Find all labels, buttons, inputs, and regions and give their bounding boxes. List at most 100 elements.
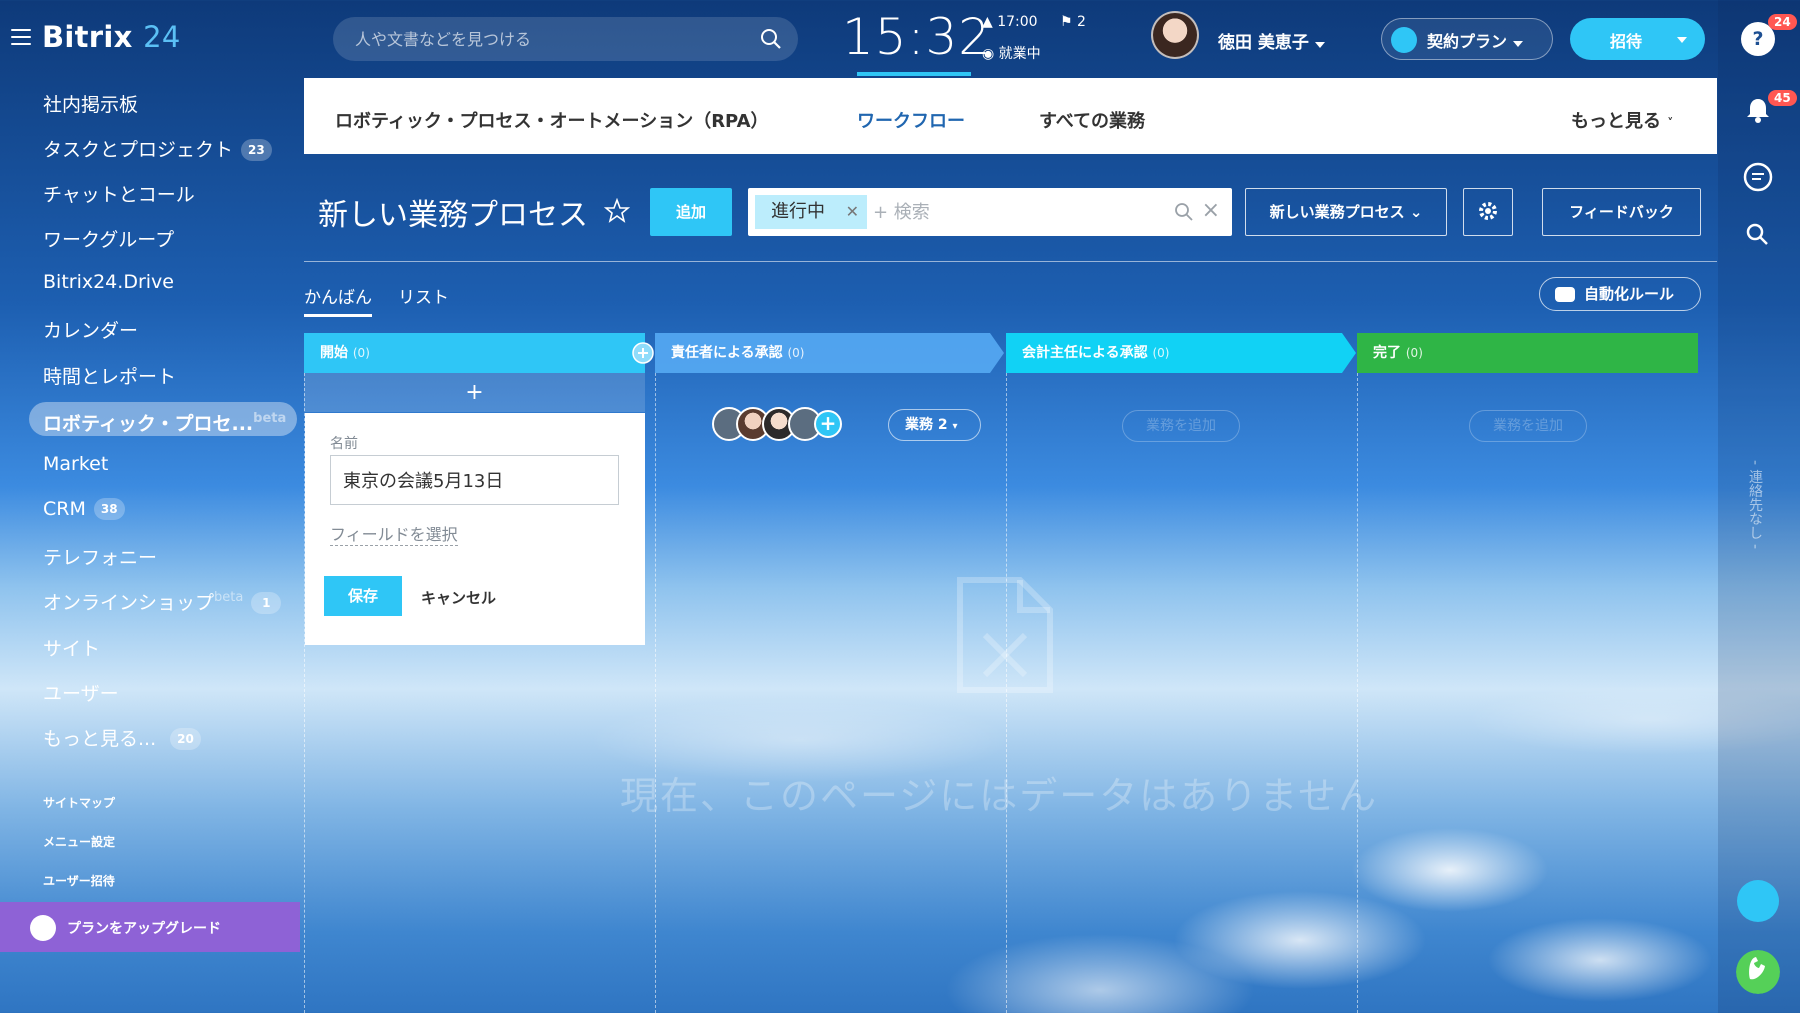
name-label: 名前 <box>330 436 358 452</box>
view-tab-list[interactable]: リスト <box>398 283 449 308</box>
tab-more[interactable]: もっと見る ˅ <box>1571 107 1673 133</box>
sidebar-item[interactable]: オンラインショップbeta 1 <box>43 588 282 615</box>
clear-icon[interactable]: × <box>1202 198 1220 223</box>
sidebar-item[interactable]: サイト <box>43 634 100 661</box>
sidebar-item-label: カレンダー <box>43 320 139 342</box>
settings-button[interactable] <box>1463 188 1513 236</box>
chevron-down-icon: ▾ <box>952 421 958 432</box>
search-icon[interactable] <box>760 28 782 50</box>
filter-bar[interactable]: 進行中 ✕ × <box>748 188 1232 236</box>
column-header-accountant-approval[interactable]: 会計主任による承認 (0) <box>1006 333 1346 373</box>
upgrade-label: プランをアップグレード <box>67 921 221 937</box>
sidebar-item-label: もっと見る... <box>43 728 163 750</box>
work-status-label: 就業中 <box>998 46 1041 62</box>
tab-workflow[interactable]: ワークフロー <box>857 107 965 133</box>
chevron-down-icon[interactable] <box>1677 37 1687 43</box>
main-tabs-bar: ロボティック・プロセス・オートメーション（RPA） ワークフロー すべての業務 … <box>304 78 1717 154</box>
add-column-icon[interactable] <box>632 342 654 364</box>
process-select[interactable]: 新しい業務プロセス ⌄ <box>1245 188 1447 236</box>
filter-search-input[interactable] <box>873 198 1153 226</box>
record-icon: ◉ <box>982 46 995 62</box>
help-badge: 24 <box>1768 14 1797 30</box>
close-icon[interactable]: ✕ <box>846 195 859 229</box>
alarm[interactable]: ▲ 17:00 <box>982 14 1038 30</box>
tab-rpa[interactable]: ロボティック・プロセス・オートメーション（RPA） <box>335 107 769 133</box>
select-fields-link[interactable]: フィールドを選択 <box>330 521 458 546</box>
flag[interactable]: ⚑ 2 <box>1060 14 1086 30</box>
sidebar-item[interactable]: タスクとプロジェクト 23 <box>43 135 272 162</box>
sidebar-item-label: 時間とレポート <box>43 366 177 388</box>
logo-text: Bitrix <box>42 20 133 54</box>
add-button[interactable]: 追加 <box>650 188 732 236</box>
search-input[interactable] <box>355 26 745 52</box>
sidebar-item[interactable]: もっと見る... 20 <box>43 724 201 751</box>
add-task-button[interactable]: 業務を追加 <box>1469 410 1587 442</box>
sidebar-item[interactable]: Market <box>43 453 108 475</box>
alarm-time: 17:00 <box>997 14 1038 30</box>
column-count: (0) <box>1152 346 1170 360</box>
logo[interactable]: Bitrix 24 <box>42 20 181 54</box>
filter-chip-label: 進行中 <box>771 201 825 222</box>
sidebar-link[interactable]: メニュー設定 <box>43 833 115 850</box>
active-tab-indicator <box>857 72 971 76</box>
invite-button[interactable]: 招待 <box>1570 18 1705 60</box>
add-person-icon[interactable]: + <box>814 410 842 438</box>
count-badge: 1 <box>251 592 282 614</box>
sidebar-item[interactable]: ロボティック・プロセ...beta <box>29 402 297 436</box>
feedback-button[interactable]: フィードバック <box>1542 188 1701 236</box>
empty-document-icon <box>957 577 1053 693</box>
column-title: 完了 <box>1373 345 1401 361</box>
sidebar-item[interactable]: カレンダー <box>43 316 138 343</box>
add-task-button[interactable]: 業務を追加 <box>1122 410 1240 442</box>
column-divider <box>655 373 656 1013</box>
column-header-start[interactable]: 開始 (0) <box>304 333 645 373</box>
quick-add-row[interactable]: + <box>304 373 645 412</box>
phone-icon[interactable] <box>1736 950 1780 994</box>
sidebar-item[interactable]: CRM 38 <box>43 498 125 520</box>
sidebar-item[interactable]: ユーザー <box>43 679 119 706</box>
mobile-icon[interactable] <box>1737 880 1779 922</box>
upgrade-plan-button[interactable]: プランをアップグレード <box>0 902 300 952</box>
star-icon[interactable] <box>604 198 630 224</box>
tasks-dropdown[interactable]: 業務 2 ▾ <box>888 409 981 441</box>
save-button[interactable]: 保存 <box>324 576 402 616</box>
work-status[interactable]: ◉ 就業中 <box>982 43 1041 63</box>
sidebar-link[interactable]: ユーザー招待 <box>43 872 115 889</box>
empty-state-message: 現在、このページにはデータはありません <box>620 774 1379 818</box>
sidebar-item[interactable]: 時間とレポート <box>43 362 176 389</box>
sidebar-item[interactable]: 社内掲示板 <box>43 90 138 117</box>
avatar[interactable] <box>1151 11 1199 59</box>
column-header-manager-approval[interactable]: 責任者による承認 (0) <box>655 333 995 373</box>
sidebar-item[interactable]: Bitrix24.Drive <box>43 271 174 293</box>
name-field[interactable] <box>330 455 619 505</box>
sidebar-item-label: タスクとプロジェクト <box>43 139 234 161</box>
sidebar-item[interactable]: テレフォニー <box>43 543 157 570</box>
search-icon[interactable] <box>1174 202 1194 222</box>
column-header-done[interactable]: 完了 (0) <box>1357 333 1698 373</box>
flag-icon: ⚑ <box>1060 14 1073 30</box>
robot-icon <box>1555 287 1575 302</box>
sidebar-item[interactable]: ワークグループ <box>43 225 174 252</box>
search-icon[interactable] <box>1741 218 1775 252</box>
gear-icon <box>1479 202 1497 220</box>
automation-rules-button[interactable]: 自動化ルール <box>1539 277 1701 311</box>
cancel-button[interactable]: キャンセル <box>421 587 496 608</box>
menu-icon[interactable] <box>11 29 31 45</box>
flag-count: 2 <box>1077 14 1086 30</box>
sidebar-link[interactable]: サイトマップ <box>43 794 115 811</box>
global-search[interactable] <box>333 17 798 61</box>
tab-more-label: もっと見る <box>1571 111 1661 132</box>
tab-all-tasks[interactable]: すべての業務 <box>1039 107 1145 133</box>
quick-add-form: 名前 フィールドを選択 保存 キャンセル <box>305 413 645 645</box>
user-menu[interactable]: 徳田 美恵子 <box>1218 28 1325 53</box>
invite-label: 招待 <box>1610 32 1643 51</box>
filter-chip[interactable]: 進行中 ✕ <box>755 195 867 229</box>
clock[interactable]: 15:32 <box>842 8 991 66</box>
chat-icon[interactable] <box>1741 160 1775 194</box>
view-tab-kanban[interactable]: かんばん <box>304 283 372 317</box>
logo-number: 24 <box>143 20 181 54</box>
user-name: 徳田 美恵子 <box>1218 33 1309 53</box>
sidebar-item-label: ユーザー <box>43 683 119 705</box>
plan-button[interactable]: 契約プラン <box>1381 18 1553 60</box>
sidebar-item[interactable]: チャットとコール <box>43 180 195 207</box>
